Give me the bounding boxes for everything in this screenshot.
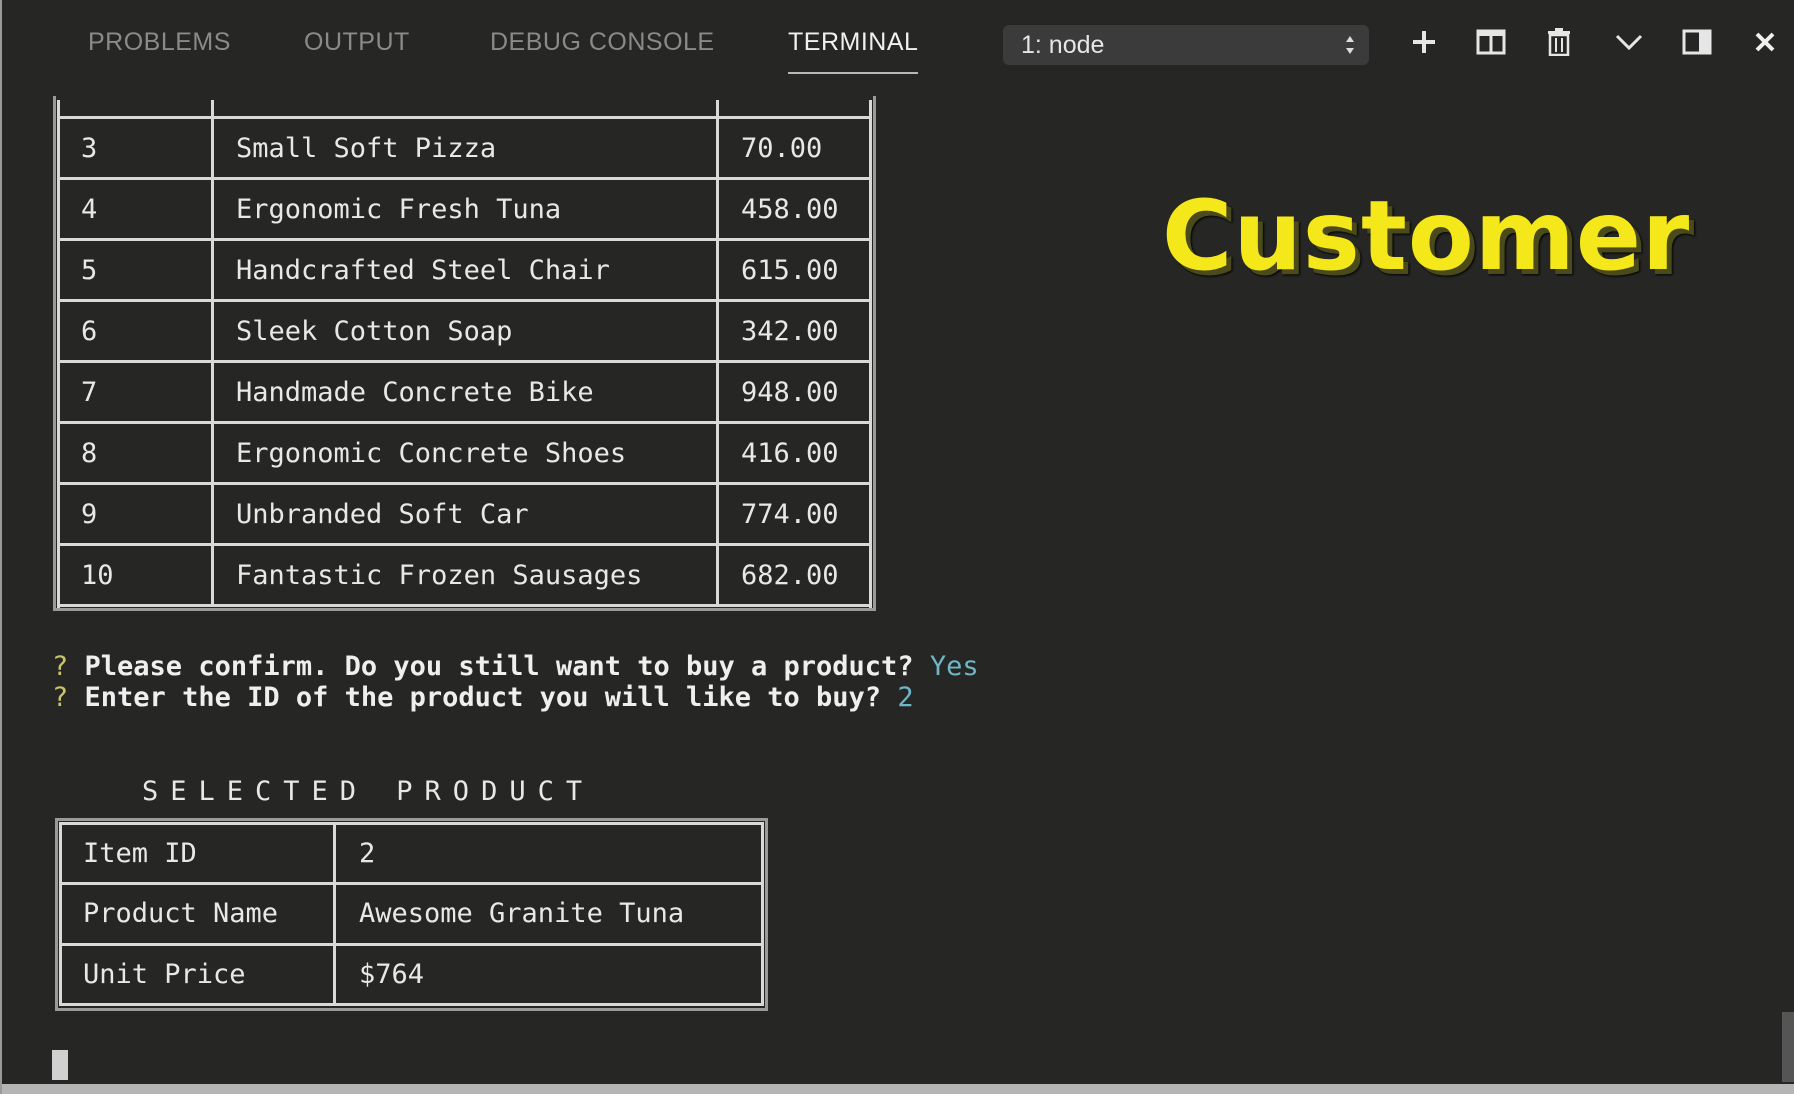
terminal-instance-value: 1: node [1021, 31, 1105, 59]
product-price: 948.00 [741, 377, 839, 408]
product-id: 8 [81, 438, 98, 469]
product-name: Ergonomic Concrete Shoes [236, 438, 627, 469]
prompt-question: Please confirm. Do you still want to buy… [84, 651, 914, 682]
table-row: 9 Unbranded Soft Car 774.00 [57, 485, 872, 543]
trash-icon[interactable] [1537, 20, 1581, 64]
field-label: Item ID [83, 838, 197, 869]
product-id: 3 [81, 133, 98, 164]
tab-terminal[interactable]: TERMINAL [788, 22, 919, 74]
close-icon[interactable] [1743, 20, 1787, 64]
overlay-title: Customer [1162, 180, 1691, 292]
product-name: Small Soft Pizza [236, 133, 497, 164]
table-row: Item ID 2 [59, 825, 764, 882]
field-label: Unit Price [83, 959, 246, 990]
product-price: 342.00 [741, 316, 839, 347]
prompt-marker: ? [52, 651, 69, 682]
terminal-cursor [52, 1050, 68, 1080]
product-price: 774.00 [741, 499, 839, 530]
product-name: Sleek Cotton Soap [236, 316, 513, 347]
tab-output[interactable]: OUTPUT [304, 22, 410, 62]
product-id: 10 [81, 560, 114, 591]
product-id: 4 [81, 194, 98, 225]
product-id: 5 [81, 255, 98, 286]
prompt-answer: Yes [929, 651, 979, 682]
table-row: Product Name Awesome Granite Tuna [59, 885, 764, 943]
product-price: 682.00 [741, 560, 839, 591]
product-id: 9 [81, 499, 98, 530]
table-row: 5 Handcrafted Steel Chair 615.00 [57, 241, 872, 299]
split-icon[interactable] [1469, 20, 1513, 64]
product-id: 7 [81, 377, 98, 408]
product-price: 458.00 [741, 194, 839, 225]
prompt-marker: ? [52, 682, 69, 713]
product-name: Handcrafted Steel Chair [236, 255, 610, 286]
selected-product-heading: SELECTED PRODUCT [142, 776, 595, 807]
field-value: 2 [359, 838, 376, 869]
tab-debug-console[interactable]: DEBUG CONSOLE [490, 22, 715, 62]
table-row: 8 Ergonomic Concrete Shoes 416.00 [57, 424, 872, 482]
panel-tab-bar: PROBLEMS OUTPUT DEBUG CONSOLE TERMINAL 1… [2, 0, 1794, 86]
table-row: 10 Fantastic Frozen Sausages 682.00 [57, 546, 872, 604]
product-price: 416.00 [741, 438, 839, 469]
field-value: $764 [359, 959, 425, 990]
product-id: 6 [81, 316, 98, 347]
table-row: 4 Ergonomic Fresh Tuna 458.00 [57, 180, 872, 238]
product-price: 70.00 [741, 133, 823, 164]
select-arrows-icon [1346, 36, 1354, 54]
product-name: Ergonomic Fresh Tuna [236, 194, 562, 225]
product-name: Handmade Concrete Bike [236, 377, 594, 408]
table-row: 7 Handmade Concrete Bike 948.00 [57, 363, 872, 421]
table-row: 3 Small Soft Pizza 70.00 [57, 119, 872, 177]
field-label: Product Name [83, 898, 279, 929]
scrollbar-thumb[interactable] [1782, 1012, 1794, 1082]
prompt-question: Enter the ID of the product you will lik… [84, 682, 882, 713]
panel-bottom-border [2, 1084, 1794, 1094]
terminal-instance-select[interactable]: 1: node [1003, 25, 1369, 65]
prompt-answer: 2 [897, 682, 914, 713]
table-row: 6 Sleek Cotton Soap 342.00 [57, 302, 872, 360]
plus-icon[interactable] [1402, 20, 1446, 64]
prompt-line: ? Please confirm. Do you still want to b… [52, 651, 979, 682]
tab-problems[interactable]: PROBLEMS [88, 22, 231, 62]
maximize-panel-icon[interactable] [1675, 20, 1719, 64]
prompt-line: ? Enter the ID of the product you will l… [52, 682, 914, 713]
product-price: 615.00 [741, 255, 839, 286]
products-table: 3 Small Soft Pizza 70.00 4 Ergonomic Fre… [53, 96, 876, 611]
product-name: Unbranded Soft Car [236, 499, 529, 530]
selected-product-table: Item ID 2 Product Name Awesome Granite T… [55, 818, 768, 1011]
field-value: Awesome Granite Tuna [359, 898, 685, 929]
terminal-panel: PROBLEMS OUTPUT DEBUG CONSOLE TERMINAL 1… [0, 0, 1794, 1094]
chevron-down-icon[interactable] [1607, 20, 1651, 64]
product-name: Fantastic Frozen Sausages [236, 560, 643, 591]
table-row: Unit Price $764 [59, 946, 764, 1003]
